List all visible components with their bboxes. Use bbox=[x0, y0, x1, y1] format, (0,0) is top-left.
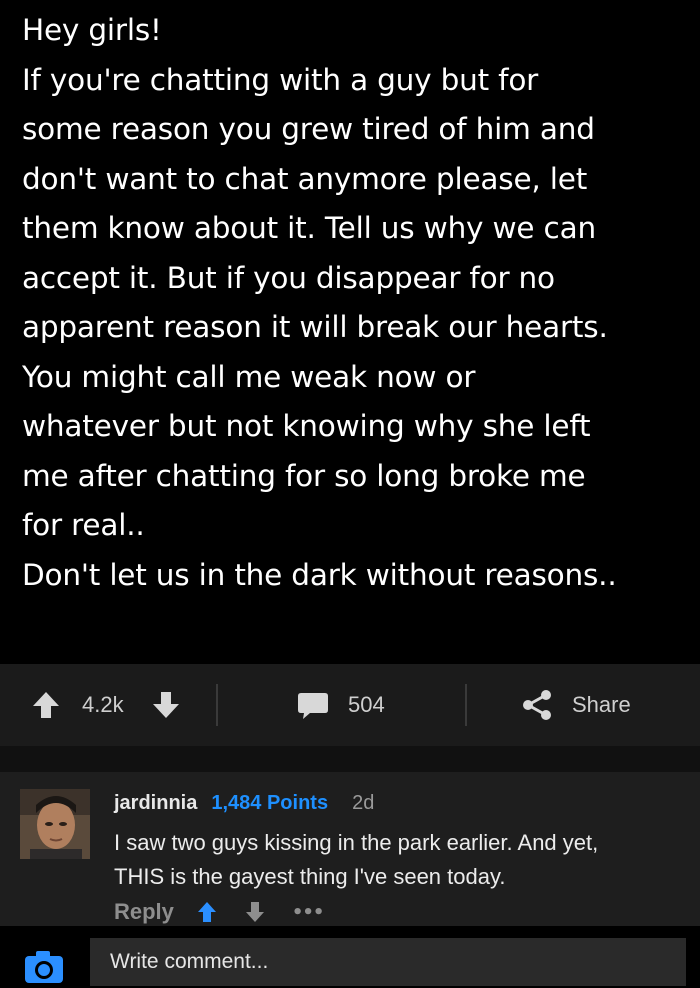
comment-icon bbox=[298, 693, 328, 719]
post-action-bar: 4.2k 504 Share bbox=[0, 664, 700, 746]
comment-line: THIS is the gayest thing I've seen today… bbox=[114, 864, 506, 889]
share-button[interactable]: Share bbox=[520, 664, 631, 746]
post-line: some reason you grew tired of him and bbox=[22, 112, 595, 146]
post-line: me after chatting for so long broke me bbox=[22, 458, 586, 493]
share-label: Share bbox=[572, 692, 631, 717]
comment-header: jardinnia 1,484 Points 2d bbox=[114, 792, 374, 820]
downvote-button[interactable] bbox=[150, 664, 182, 746]
post-line: apparent reason it will break our hearts… bbox=[22, 310, 608, 344]
post-line: If you're chatting with a guy but for bbox=[22, 62, 539, 97]
post-line: accept it. But if you disappear for no bbox=[22, 260, 555, 295]
post-text: Hey girls! If you're chatting with a guy… bbox=[22, 6, 694, 600]
post-line: whatever but not knowing why she left bbox=[22, 409, 591, 443]
comment-time: 2d bbox=[352, 792, 375, 814]
upvote-count-wrap: 4.2k bbox=[82, 664, 124, 746]
comment-line: I saw two guys kissing in the park earli… bbox=[114, 830, 599, 855]
upvote-icon bbox=[197, 902, 216, 922]
camera-button[interactable] bbox=[24, 950, 64, 984]
post-line: them know about it. Tell us why we can bbox=[22, 211, 596, 245]
camera-icon bbox=[25, 951, 63, 983]
post-line: You might call me weak now or bbox=[22, 359, 476, 394]
post-line: don't want to chat anymore please, let bbox=[22, 161, 588, 196]
comment-points: 1,484 Points bbox=[211, 792, 329, 814]
comment-username[interactable]: jardinnia bbox=[114, 792, 197, 815]
post-line: Don't let us in the dark without reasons… bbox=[22, 557, 617, 592]
comment-composer bbox=[0, 926, 700, 986]
avatar[interactable] bbox=[20, 789, 90, 859]
divider bbox=[216, 684, 218, 726]
more-options-button[interactable]: ••• bbox=[292, 902, 325, 923]
share-icon bbox=[523, 690, 551, 720]
comment-input[interactable] bbox=[90, 938, 686, 986]
comments-button[interactable]: 504 bbox=[296, 664, 385, 746]
reply-button[interactable]: Reply bbox=[114, 899, 174, 925]
post-card: Hey girls! If you're chatting with a guy… bbox=[0, 0, 700, 664]
downvote-icon bbox=[245, 902, 264, 922]
comment-body: I saw two guys kissing in the park earli… bbox=[114, 826, 674, 894]
upvote-button[interactable] bbox=[30, 664, 62, 746]
downvote-icon bbox=[153, 692, 179, 718]
separator bbox=[0, 746, 700, 772]
avatar-portrait-icon bbox=[20, 789, 90, 859]
comment-count: 504 bbox=[348, 692, 385, 717]
post-line: for real.. bbox=[22, 508, 145, 542]
comment-actions: Reply ••• bbox=[114, 898, 325, 926]
post-line: Hey girls! bbox=[22, 13, 162, 47]
comment-upvote-button[interactable] bbox=[196, 900, 218, 924]
comment-downvote-button[interactable] bbox=[244, 900, 266, 924]
comment-item: jardinnia 1,484 Points 2d I saw two guys… bbox=[0, 772, 700, 926]
divider bbox=[465, 684, 467, 726]
upvote-count: 4.2k bbox=[82, 692, 124, 717]
upvote-icon bbox=[33, 692, 59, 718]
